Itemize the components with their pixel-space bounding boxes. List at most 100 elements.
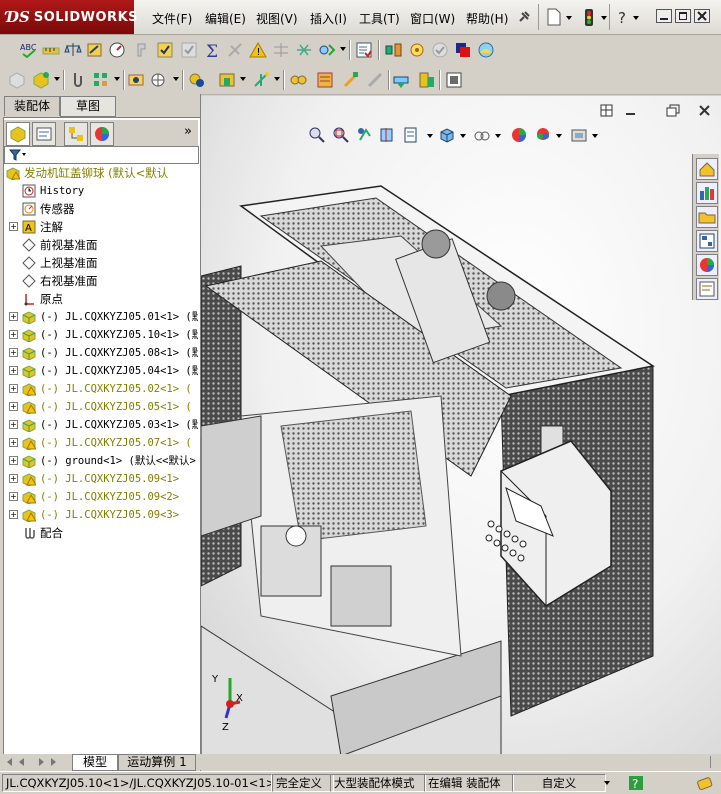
solidworks-logo[interactable]: ƊS SOLIDWORKS — [0, 0, 138, 34]
show-hidden-icon[interactable] — [188, 71, 206, 89]
chevron-down-icon[interactable] — [556, 134, 562, 138]
new-motion-study-icon[interactable] — [289, 71, 307, 89]
undercut-icon[interactable] — [272, 41, 290, 59]
display-style-icon[interactable] — [473, 126, 491, 144]
tree-item[interactable]: History — [4, 182, 198, 200]
tab-motion-study[interactable]: 运动算例 1 — [118, 754, 196, 771]
tree-item[interactable]: + (-) JL.CQXKYZJ05.04<1> (默 — [4, 362, 198, 380]
configuration-manager-tab[interactable] — [64, 122, 88, 146]
explode-view-icon[interactable] — [385, 41, 403, 59]
menu-file[interactable]: 文件(F) — [152, 10, 192, 27]
assembly-features-icon[interactable] — [218, 71, 236, 89]
rebuild-check-icon[interactable] — [431, 41, 449, 59]
appearance-icon[interactable] — [454, 41, 472, 59]
status-units[interactable]: 自定义 — [512, 774, 606, 792]
expand-toggle[interactable]: + — [9, 492, 18, 501]
property-manager-tab[interactable] — [32, 122, 56, 146]
doc-close-icon[interactable] — [698, 104, 712, 118]
chevron-down-icon[interactable] — [114, 77, 120, 81]
feature-manager-tab[interactable] — [6, 122, 30, 146]
draft-analysis-icon[interactable]: ! — [249, 41, 267, 59]
tree-root-assembly[interactable]: 发动机缸盖铆球 (默认<默认 — [4, 164, 198, 182]
view-palette-icon[interactable] — [696, 230, 718, 252]
new-document-icon[interactable] — [545, 8, 563, 26]
chevron-up-icon[interactable] — [604, 781, 610, 785]
expand-toggle[interactable]: + — [9, 348, 18, 357]
expand-toggle[interactable]: + — [9, 384, 18, 393]
tab-scroll-arrows[interactable] — [4, 756, 68, 768]
tree-item[interactable]: + (-) JL.CQXKYZJ05.03<1> (默 — [4, 416, 198, 434]
bill-of-materials-icon[interactable] — [316, 71, 334, 89]
smart-fasteners-icon[interactable] — [127, 71, 145, 89]
chevron-down-icon[interactable] — [173, 77, 179, 81]
tab-sketch[interactable]: 草图 — [60, 96, 116, 117]
traffic-light-icon[interactable] — [580, 8, 598, 26]
check-icon[interactable] — [108, 41, 126, 59]
tree-item[interactable]: + (-) JL.CQXKYZJ05.05<1> ( — [4, 398, 198, 416]
tree-item[interactable]: 上视基准面 — [4, 254, 198, 272]
chevron-down-icon[interactable] — [54, 77, 60, 81]
solidworks-resources-icon[interactable] — [696, 158, 718, 180]
geometry-analysis-icon[interactable] — [133, 41, 151, 59]
menu-window[interactable]: 窗口(W) — [410, 10, 455, 27]
tab-model[interactable]: 模型 — [72, 754, 118, 771]
custom-properties-icon[interactable] — [696, 278, 718, 300]
menu-tools[interactable]: 工具(T) — [359, 10, 400, 27]
menu-edit[interactable]: 编辑(E) — [205, 10, 246, 27]
reference-geometry-icon[interactable] — [252, 71, 270, 89]
chevron-down-icon[interactable] — [495, 134, 501, 138]
mate-icon[interactable] — [68, 71, 86, 89]
view-settings-icon[interactable] — [570, 126, 588, 144]
clearance-verification-icon[interactable] — [418, 71, 436, 89]
parting-line-icon[interactable] — [295, 41, 313, 59]
mass-properties-icon[interactable] — [64, 41, 82, 59]
apply-scene-icon[interactable] — [534, 126, 552, 144]
zoom-to-fit-icon[interactable] — [308, 126, 326, 144]
expand-toggle[interactable]: + — [9, 402, 18, 411]
chevron-down-icon[interactable] — [240, 77, 246, 81]
dynamic-annotation-icon[interactable] — [402, 126, 420, 144]
expand-toggle[interactable]: + — [9, 222, 18, 231]
exploded-view-icon[interactable] — [342, 71, 360, 89]
section-properties-icon[interactable] — [86, 41, 104, 59]
thickness-analysis-icon[interactable] — [226, 41, 244, 59]
linear-pattern-icon[interactable] — [92, 71, 110, 89]
chevron-down-icon[interactable] — [601, 16, 607, 20]
expand-toggle[interactable]: + — [9, 330, 18, 339]
check-sheet-icon[interactable] — [355, 41, 373, 59]
chevron-down-icon[interactable] — [592, 134, 598, 138]
minimize-button[interactable] — [656, 9, 672, 23]
pin-icon[interactable] — [516, 9, 532, 25]
scene-icon[interactable] — [477, 41, 495, 59]
menu-help[interactable]: 帮助(H) — [466, 10, 508, 27]
expand-toggle[interactable]: + — [9, 510, 18, 519]
tree-item[interactable]: 配合 — [4, 524, 198, 542]
chevron-down-icon[interactable] — [274, 77, 280, 81]
tab-assembly[interactable]: 装配体 — [4, 96, 60, 116]
filter-icon[interactable] — [9, 149, 27, 161]
scroll-grip[interactable] — [710, 756, 719, 768]
tree-filter[interactable] — [4, 146, 199, 164]
tree-item[interactable]: 传感器 — [4, 200, 198, 218]
tree-item[interactable]: + (-) JL.CQXKYZJ05.08<1> (默 — [4, 344, 198, 362]
design-library-icon[interactable] — [696, 182, 718, 204]
chevron-down-icon[interactable] — [427, 134, 433, 138]
section-view-icon[interactable] — [378, 126, 396, 144]
tree-item[interactable]: + (-) ground<1> (默认<<默认> — [4, 452, 198, 470]
tree-item[interactable]: 原点 — [4, 290, 198, 308]
deviation-analysis-icon[interactable] — [180, 41, 198, 59]
spell-check-icon[interactable]: ABC — [20, 41, 38, 59]
view-orientation-icon[interactable] — [438, 126, 456, 144]
chevron-down-icon[interactable] — [566, 16, 572, 20]
import-diagnostics-icon[interactable] — [156, 41, 174, 59]
insert-component-icon[interactable] — [32, 71, 50, 89]
interference-icon[interactable] — [392, 71, 410, 89]
expand-toggle[interactable]: + — [9, 420, 18, 429]
edit-appearance-icon[interactable] — [510, 126, 528, 144]
edit-component-icon[interactable] — [8, 71, 26, 89]
file-explorer-icon[interactable] — [696, 206, 718, 228]
tree-item[interactable]: 右视基准面 — [4, 272, 198, 290]
view-toggle-icon[interactable] — [600, 104, 614, 118]
tree-item[interactable]: + (-) JL.CQXKYZJ05.01<1> (默 — [4, 308, 198, 326]
menu-view[interactable]: 视图(V) — [256, 10, 298, 27]
